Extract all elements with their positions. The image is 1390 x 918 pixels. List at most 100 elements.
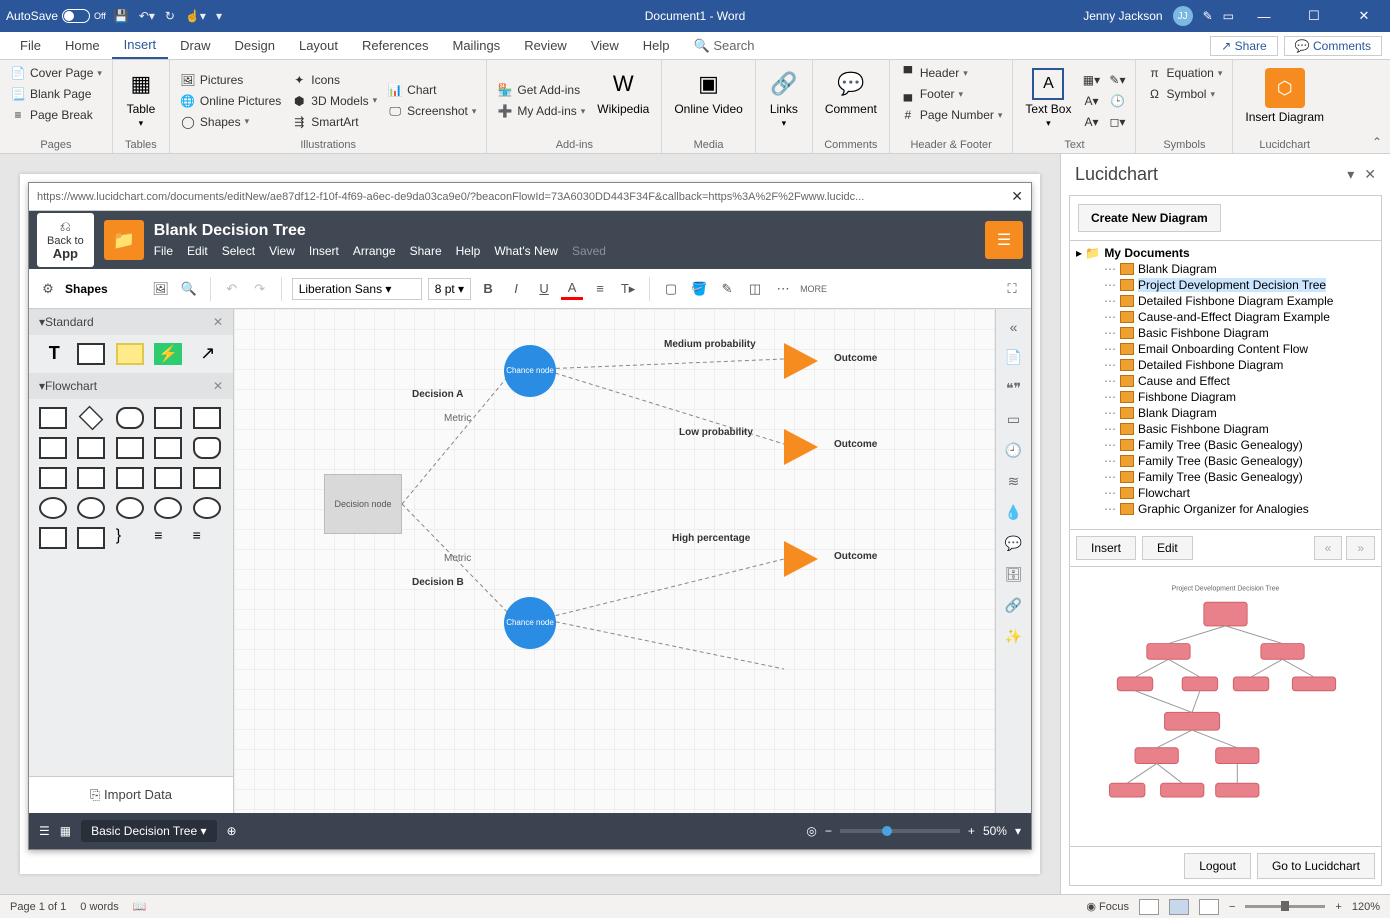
grid-view-icon[interactable]: ▦ — [60, 824, 71, 838]
canvas[interactable]: Decision node Chance node Chance node Ou… — [234, 309, 995, 813]
tree-item[interactable]: ⋯ Blank Diagram — [1076, 261, 1375, 277]
menu-select[interactable]: Select — [222, 244, 255, 258]
fc-s11[interactable] — [77, 497, 105, 519]
menu-help[interactable]: Help — [456, 244, 481, 258]
goto-lucidchart-button[interactable]: Go to Lucidchart — [1257, 853, 1375, 879]
chance-node-a[interactable]: Chance node — [504, 345, 556, 397]
fc-s9[interactable] — [193, 467, 221, 489]
menu-insert[interactable]: Insert — [309, 244, 339, 258]
fc-process[interactable] — [39, 407, 67, 429]
fc-decision[interactable] — [79, 406, 104, 431]
size-select[interactable]: 8 pt ▾ — [428, 278, 471, 300]
flowchart-section[interactable]: ▾ Flowchart✕ — [29, 373, 233, 399]
menu-share[interactable]: Share — [410, 244, 442, 258]
zoom-slider-status[interactable] — [1245, 905, 1325, 908]
fc-s15[interactable]: ≡ — [193, 527, 223, 549]
menu-whatsnew[interactable]: What's New — [494, 244, 558, 258]
bold-icon[interactable]: B — [477, 278, 499, 300]
touch-mode-icon[interactable]: ☝▾ — [185, 9, 206, 23]
fc-s12[interactable] — [39, 527, 67, 549]
fc-connector[interactable] — [116, 497, 144, 519]
tab-view[interactable]: View — [579, 33, 631, 58]
page-icon[interactable]: 📄 — [1005, 349, 1022, 366]
zoom-in-status-icon[interactable]: + — [1335, 901, 1341, 913]
collapse-ribbon-icon[interactable]: ⌃ — [1364, 131, 1390, 153]
shapes-label[interactable]: Shapes — [65, 282, 108, 296]
chance-node-b[interactable]: Chance node — [504, 597, 556, 649]
shapes-button[interactable]: ◯Shapes — [178, 113, 283, 131]
chat-icon[interactable]: 💬 — [1005, 535, 1022, 552]
align-icon[interactable]: ≡ — [589, 278, 611, 300]
comment-button[interactable]: 💬 Comment — [821, 64, 881, 120]
tree-item[interactable]: ⋯ Flowchart — [1076, 485, 1375, 501]
fc-s10[interactable] — [39, 497, 67, 519]
tab-file[interactable]: File — [8, 33, 53, 58]
diagram-title[interactable]: Blank Decision Tree — [154, 222, 606, 240]
menu-file[interactable]: File — [154, 244, 173, 258]
more-label[interactable]: MORE — [800, 284, 827, 294]
comment-rail-icon[interactable]: ❝❞ — [1006, 380, 1021, 397]
links-button[interactable]: 🔗 Links▾ — [764, 64, 804, 133]
autosave-switch-icon[interactable] — [62, 9, 90, 23]
fill-icon[interactable]: ▢ — [660, 278, 682, 300]
user-avatar[interactable]: JJ — [1173, 6, 1193, 26]
page-number-button[interactable]: #Page Number — [898, 106, 1005, 124]
standard-section[interactable]: ▾ Standard✕ — [29, 309, 233, 335]
footer-button[interactable]: ▄Footer — [898, 85, 1005, 103]
tab-insert[interactable]: Insert — [112, 32, 169, 59]
signature-button[interactable]: ✎▾ — [1107, 71, 1127, 89]
focus-mode[interactable]: ◉ Focus — [1086, 900, 1129, 913]
list-view-icon[interactable]: ☰ — [39, 824, 50, 838]
endpoint-2[interactable] — [784, 429, 818, 465]
print-layout-icon[interactable] — [1169, 899, 1189, 915]
back-to-app-button[interactable]: ⎌ Back toApp — [37, 213, 94, 267]
tree-item[interactable]: ⋯ Basic Fishbone Diagram — [1076, 421, 1375, 437]
tab-help[interactable]: Help — [631, 33, 682, 58]
share-button[interactable]: ↗ Share — [1210, 36, 1277, 56]
fill-color-icon[interactable]: 🪣 — [688, 278, 710, 300]
online-video-button[interactable]: ▣ Online Video — [670, 64, 747, 120]
web-layout-icon[interactable] — [1199, 899, 1219, 915]
fc-s5[interactable] — [39, 467, 67, 489]
close-flowchart-icon[interactable]: ✕ — [213, 379, 223, 393]
embed-close-icon[interactable]: ✕ — [1011, 188, 1023, 205]
wordart-button[interactable]: A▾ — [1081, 92, 1101, 110]
maximize-button[interactable]: ☐ — [1294, 8, 1334, 24]
zoom-out-icon[interactable]: − — [825, 824, 832, 838]
magic-icon[interactable]: ✨ — [1005, 628, 1022, 645]
object-button[interactable]: ◻▾ — [1107, 113, 1127, 131]
tree-item[interactable]: ⋯ Detailed Fishbone Diagram Example — [1076, 293, 1375, 309]
date-time-button[interactable]: 🕒 — [1107, 92, 1127, 110]
fc-terminator[interactable] — [116, 407, 144, 429]
tree-item[interactable]: ⋯ Cause-and-Effect Diagram Example — [1076, 309, 1375, 325]
fc-or[interactable] — [154, 497, 182, 519]
redo-icon[interactable]: ↻ — [165, 9, 175, 23]
text-options-icon[interactable]: T▸ — [617, 278, 639, 300]
symbol-button[interactable]: ΩSymbol — [1144, 85, 1224, 103]
save-icon[interactable]: 💾 — [114, 9, 129, 23]
comments-button[interactable]: 💬 Comments — [1284, 36, 1382, 56]
zoom-target-icon[interactable]: ◎ — [806, 824, 816, 838]
tab-references[interactable]: References — [350, 33, 440, 58]
get-addins-button[interactable]: 🏪Get Add-ins — [495, 81, 587, 99]
fullscreen-icon[interactable]: ⛶ — [1001, 278, 1023, 300]
icons-button[interactable]: ✦Icons — [289, 71, 379, 89]
decision-node[interactable]: Decision node — [324, 474, 402, 534]
word-count[interactable]: 0 words — [80, 901, 119, 913]
header-button[interactable]: ▀Header — [898, 64, 1005, 82]
prev-page-button[interactable]: « — [1314, 536, 1343, 560]
panel-dropdown-icon[interactable]: ▾ — [1347, 166, 1354, 183]
zoom-value[interactable]: 50% — [983, 824, 1007, 838]
layers-icon[interactable]: ≋ — [1008, 473, 1020, 490]
drop-cap-button[interactable]: A▾ — [1081, 113, 1101, 131]
online-pictures-button[interactable]: 🌐Online Pictures — [178, 92, 283, 110]
autosave-toggle[interactable]: AutoSave Off — [6, 9, 106, 23]
page-tab[interactable]: Basic Decision Tree ▾ — [81, 820, 216, 842]
bolt-shape[interactable]: ⚡ — [154, 343, 182, 365]
chart-button[interactable]: 📊Chart — [385, 81, 478, 99]
equation-button[interactable]: πEquation — [1144, 64, 1224, 82]
tab-draw[interactable]: Draw — [168, 33, 222, 58]
pictures-button[interactable]: 🖼Pictures — [178, 71, 283, 89]
quick-parts-button[interactable]: ▦▾ — [1081, 71, 1101, 89]
tree-item[interactable]: ⋯ Detailed Fishbone Diagram — [1076, 357, 1375, 373]
